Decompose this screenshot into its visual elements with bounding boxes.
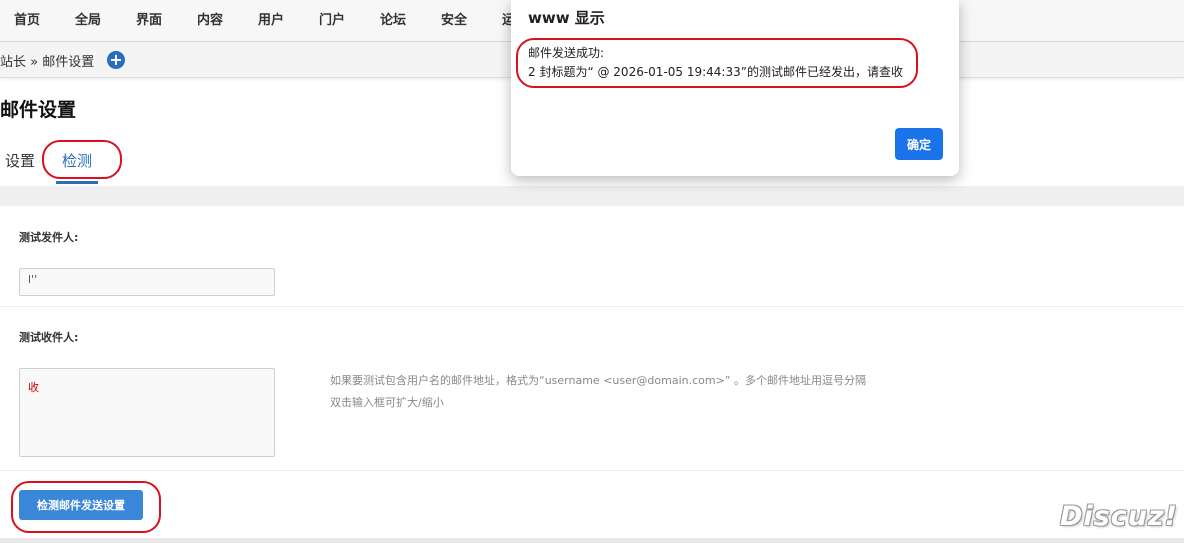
discuz-logo: Discuz! bbox=[1060, 501, 1178, 532]
sender-input[interactable]: l'' bbox=[19, 268, 275, 296]
receiver-textarea[interactable]: 收 bbox=[19, 368, 275, 457]
row-divider bbox=[0, 306, 1184, 307]
breadcrumb: 站长 » 邮件设置 bbox=[0, 55, 95, 70]
nav-item-security[interactable]: 安全 bbox=[441, 9, 467, 28]
receiver-hint-resize: 双击输入框可扩大/缩小 bbox=[330, 396, 444, 409]
nav-item-home[interactable]: 首页 bbox=[14, 9, 40, 28]
sender-label: 测试发件人: bbox=[19, 231, 79, 244]
add-shortcut-plus-icon[interactable]: + bbox=[107, 51, 125, 69]
nav-item-users[interactable]: 用户 bbox=[258, 9, 284, 28]
annotation-circle-message bbox=[516, 38, 918, 88]
page-title: 邮件设置 bbox=[0, 99, 77, 121]
ok-button[interactable]: 确定 bbox=[895, 128, 943, 160]
nav-item-portal[interactable]: 门户 bbox=[319, 9, 345, 28]
annotation-circle-button bbox=[11, 481, 161, 533]
nav-item-content[interactable]: 内容 bbox=[197, 9, 223, 28]
annotation-circle-tab bbox=[42, 140, 122, 179]
alert-dialog: www 显示 邮件发送成功: 2 封标题为“ @ 2026-01-05 19:4… bbox=[511, 0, 959, 176]
receiver-label: 测试收件人: bbox=[19, 331, 79, 344]
dialog-title: www 显示 bbox=[528, 9, 605, 27]
row-divider bbox=[0, 470, 1184, 471]
tab-settings[interactable]: 设置 bbox=[5, 150, 35, 171]
receiver-hint: 如果要测试包含用户名的邮件地址，格式为“username <user@domai… bbox=[330, 374, 866, 387]
active-tab-indicator bbox=[56, 181, 98, 184]
nav-item-interface[interactable]: 界面 bbox=[136, 9, 162, 28]
nav-item-global[interactable]: 全局 bbox=[75, 9, 101, 28]
section-divider-band bbox=[0, 186, 1184, 206]
nav-item-forum[interactable]: 论坛 bbox=[380, 9, 406, 28]
bottom-bar bbox=[0, 538, 1184, 543]
